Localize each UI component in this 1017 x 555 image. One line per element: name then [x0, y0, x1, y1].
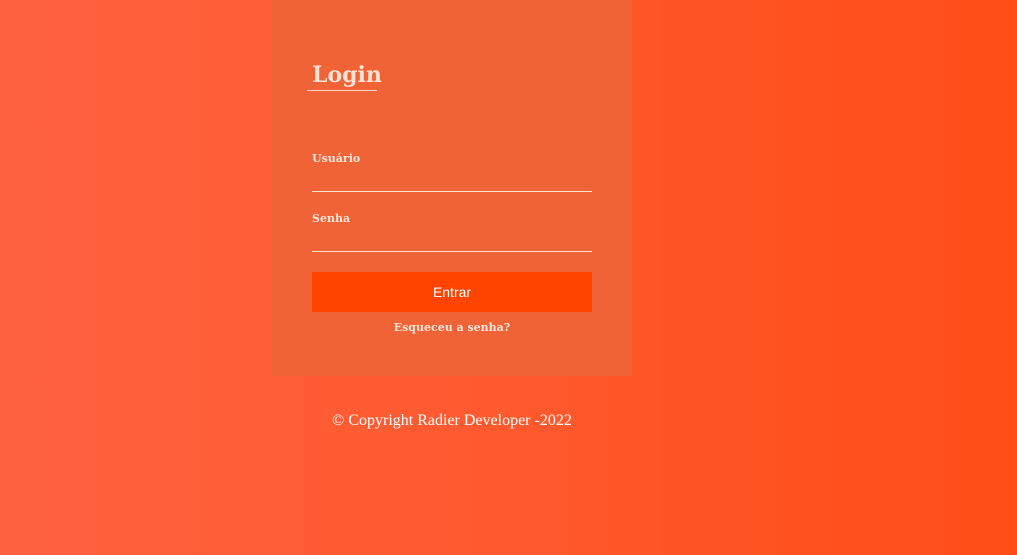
- username-label: Usuário: [312, 152, 361, 165]
- forgot-password-link[interactable]: Esqueceu a senha?: [272, 321, 632, 334]
- password-label: Senha: [312, 212, 351, 225]
- footer-copyright: © Copyright Radier Developer -2022: [332, 412, 572, 429]
- title-underline: [307, 90, 377, 91]
- password-input[interactable]: [312, 231, 592, 252]
- submit-button[interactable]: Entrar: [312, 272, 592, 312]
- login-title: Login: [312, 62, 382, 88]
- username-input[interactable]: [312, 171, 592, 192]
- login-card: Login Usuário Senha Entrar Esqueceu a se…: [272, 0, 632, 376]
